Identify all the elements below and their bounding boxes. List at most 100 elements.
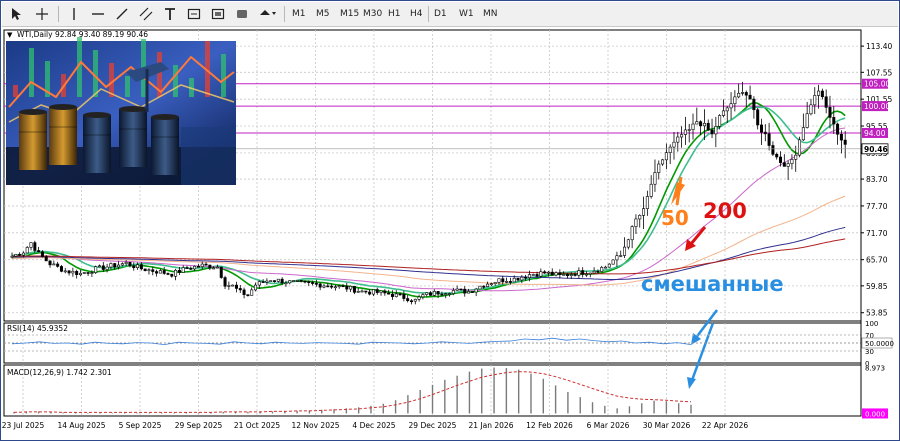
timeframe-m1[interactable]: M1 bbox=[289, 5, 309, 23]
candle-body bbox=[638, 215, 642, 220]
candle-body bbox=[330, 285, 334, 288]
candle-body bbox=[592, 270, 596, 274]
candle-body bbox=[151, 269, 155, 272]
toolbar-separator bbox=[428, 6, 429, 22]
candle-body bbox=[493, 282, 497, 285]
trendline-icon[interactable] bbox=[112, 5, 132, 23]
text-icon[interactable] bbox=[160, 5, 180, 23]
candle-body bbox=[265, 280, 269, 283]
candle-body bbox=[543, 271, 547, 274]
annotation-mixed: смешанные bbox=[641, 272, 784, 296]
candle-body bbox=[820, 90, 824, 98]
candle-body bbox=[706, 122, 710, 131]
candle-body bbox=[569, 274, 573, 276]
rsi-tick-label: 100 bbox=[865, 320, 878, 328]
candle-body bbox=[653, 172, 657, 185]
candle-body bbox=[86, 272, 90, 274]
date-tick-label: 6 Mar 2026 bbox=[587, 421, 630, 430]
label-icon[interactable] bbox=[184, 5, 204, 23]
candle-body bbox=[615, 255, 619, 261]
candle-body bbox=[143, 268, 147, 272]
timeframe-m5[interactable]: M5 bbox=[313, 5, 333, 23]
candle-body bbox=[276, 278, 280, 282]
candle-body bbox=[368, 291, 372, 295]
candle-body bbox=[733, 96, 737, 105]
candle-body bbox=[113, 263, 117, 268]
timeframe-h1[interactable]: H1 bbox=[385, 5, 404, 23]
candle-body bbox=[432, 291, 436, 296]
candle-body bbox=[311, 282, 315, 284]
candle-body bbox=[782, 162, 786, 167]
horizontal-line-icon[interactable] bbox=[88, 5, 108, 23]
timeframe-m15[interactable]: M15 bbox=[337, 5, 362, 23]
candle-body bbox=[120, 263, 124, 266]
candle-body bbox=[360, 290, 364, 293]
candle-body bbox=[257, 281, 261, 286]
candle-body bbox=[596, 270, 600, 273]
candle-body bbox=[158, 270, 162, 274]
candle-body bbox=[409, 300, 413, 303]
candle-body bbox=[25, 247, 29, 254]
candle-body bbox=[67, 270, 71, 274]
candle-body bbox=[718, 115, 722, 127]
candle-body bbox=[607, 263, 611, 268]
candle-body bbox=[630, 226, 634, 241]
candle-body bbox=[227, 285, 231, 287]
candle-body bbox=[292, 280, 296, 282]
candle-body bbox=[524, 276, 528, 279]
candle-body bbox=[208, 264, 212, 269]
candle-body bbox=[21, 252, 25, 256]
candle-body bbox=[699, 121, 703, 127]
candle-body bbox=[284, 282, 288, 285]
date-tick-label: 5 Sep 2025 bbox=[119, 421, 162, 430]
vertical-line-icon[interactable] bbox=[64, 5, 84, 23]
candle-body bbox=[839, 133, 843, 141]
chart-area: 23 Jul 2025 14 Aug 2025 5 Sep 2025 29 Sep 2… bbox=[2, 29, 894, 430]
candle-body bbox=[394, 293, 398, 297]
candle-body bbox=[341, 285, 345, 288]
candle-body bbox=[371, 289, 375, 295]
candle-body bbox=[295, 280, 299, 282]
shapes-icon[interactable] bbox=[232, 5, 252, 23]
timeframe-w1[interactable]: W1 bbox=[456, 5, 477, 23]
channel-icon[interactable] bbox=[136, 5, 156, 23]
annotation-50: 50 bbox=[661, 206, 689, 230]
date-tick-label: 12 Feb 2026 bbox=[526, 421, 573, 430]
timeframe-m30[interactable]: M30 bbox=[360, 5, 385, 23]
rectangle-icon[interactable] bbox=[208, 5, 228, 23]
candle-body bbox=[436, 291, 440, 295]
header-arrow-icon: ▼ bbox=[7, 31, 13, 39]
candle-body bbox=[333, 286, 337, 289]
candle-body bbox=[14, 253, 18, 257]
candle-body bbox=[269, 280, 273, 282]
date-tick-label: 29 Sep 2025 bbox=[175, 421, 223, 430]
candle-body bbox=[714, 126, 718, 135]
price-tick-label: 83.70 bbox=[866, 175, 888, 184]
candle-body bbox=[63, 270, 67, 273]
timeframe-mn[interactable]: MN bbox=[480, 5, 501, 23]
timeframe-h4[interactable]: H4 bbox=[407, 5, 426, 23]
candle-body bbox=[189, 268, 193, 270]
crosshair-icon[interactable] bbox=[32, 5, 52, 23]
candle-body bbox=[626, 239, 630, 248]
cursor-icon[interactable] bbox=[6, 5, 26, 23]
candle-body bbox=[223, 277, 227, 287]
timeframe-d1[interactable]: D1 bbox=[431, 5, 450, 23]
chevron-down-icon[interactable] bbox=[256, 5, 280, 23]
candle-body bbox=[94, 266, 98, 273]
terminal-window: M1 M5 M15 M30 H1 H4 D1 W1 MN 23 Jul 2025 14 Aug 2… bbox=[0, 0, 900, 441]
rsi-label: RSI(14) 45.9352 bbox=[7, 324, 68, 333]
candle-body bbox=[37, 250, 41, 253]
candle-body bbox=[147, 269, 151, 272]
price-tick-label: 77.70 bbox=[866, 202, 888, 211]
candle-body bbox=[729, 103, 733, 109]
candle-body bbox=[771, 145, 775, 155]
candle-body bbox=[581, 270, 585, 275]
candle-body bbox=[805, 113, 809, 128]
candle-body bbox=[546, 271, 550, 274]
candle-body bbox=[691, 123, 695, 130]
candle-body bbox=[832, 117, 836, 125]
last-price-label: 90.46 bbox=[864, 145, 888, 154]
candle-body bbox=[623, 246, 627, 256]
candle-body bbox=[253, 284, 257, 291]
